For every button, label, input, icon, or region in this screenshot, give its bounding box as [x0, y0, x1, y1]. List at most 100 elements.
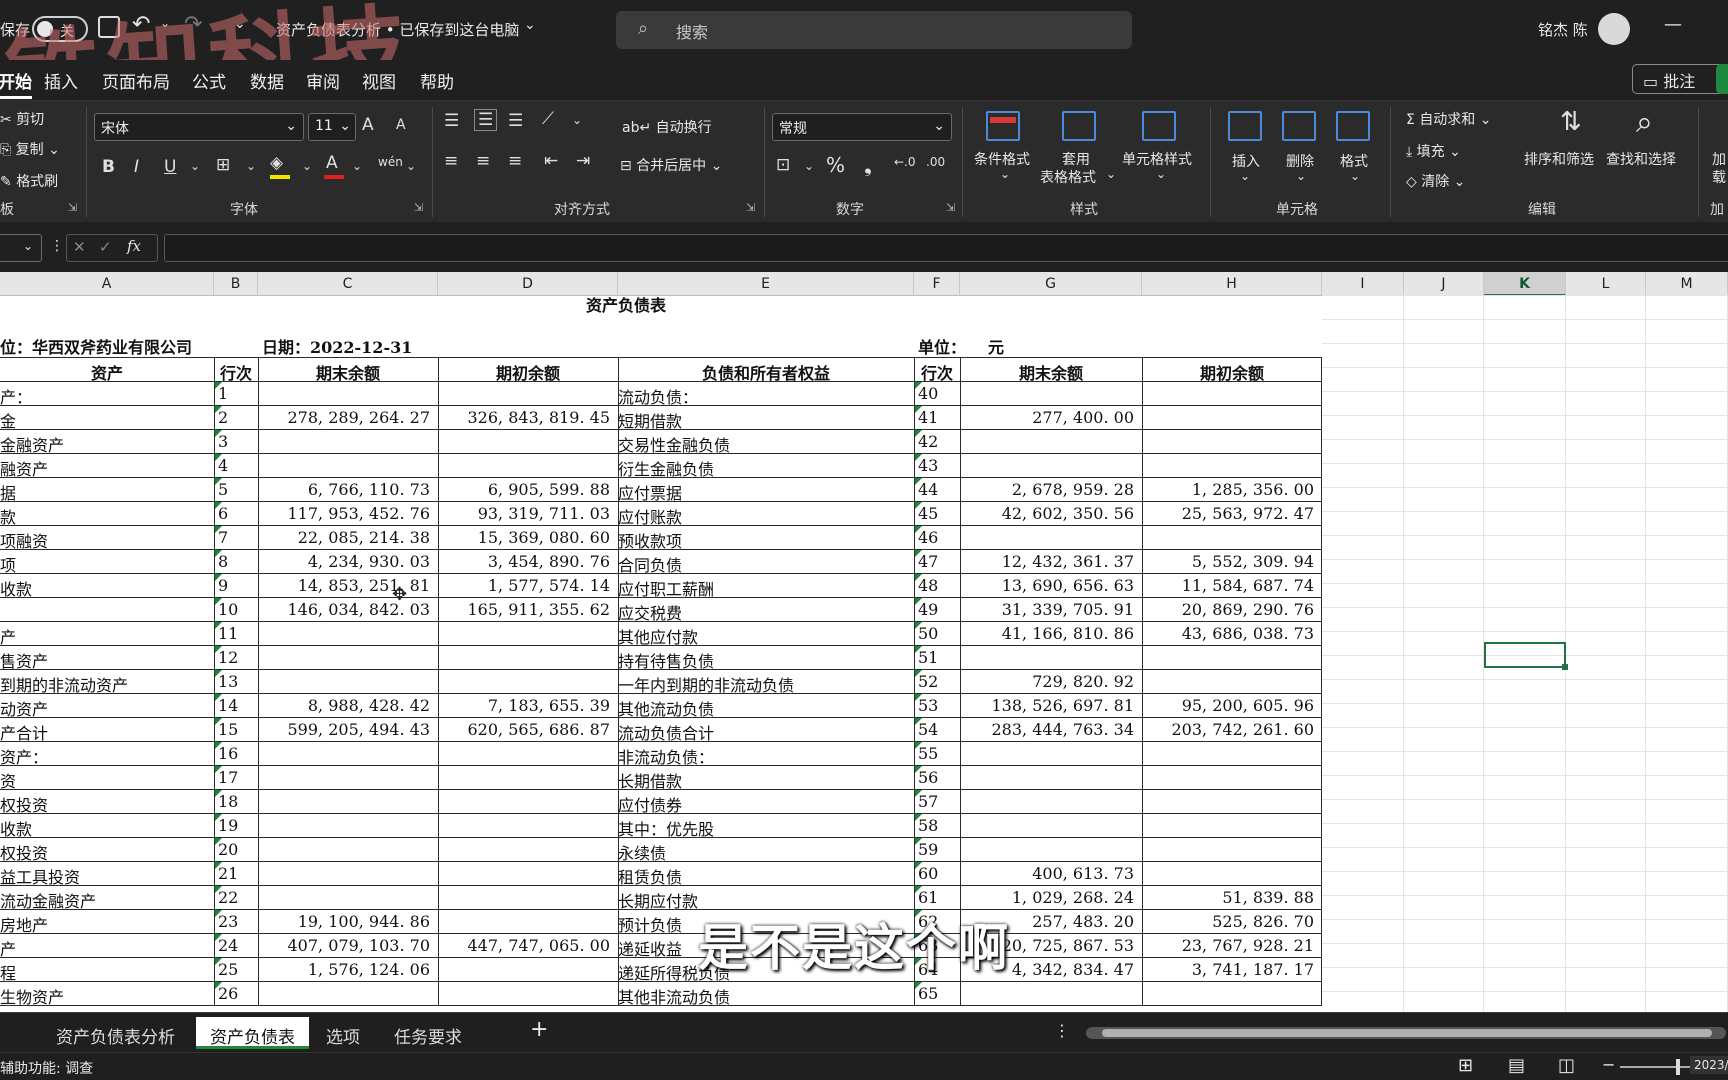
alignment-launcher-icon[interactable]: ⇲ — [746, 201, 755, 214]
table-cell[interactable]: 应付账款 — [618, 502, 914, 526]
table-cell[interactable]: 永续债 — [618, 838, 914, 862]
table-cell[interactable]: 19, 100, 944. 86 — [258, 910, 438, 934]
normal-view-icon[interactable]: ⊞ — [1458, 1055, 1473, 1076]
user-name[interactable]: 铭杰 陈 — [1538, 19, 1588, 40]
table-cell[interactable]: 据 — [0, 478, 214, 502]
table-cell[interactable] — [960, 982, 1142, 1006]
table-cell[interactable]: 31, 339, 705. 91 — [960, 598, 1142, 622]
table-header-cell[interactable]: 期末余额 — [258, 358, 438, 382]
increase-font-icon[interactable]: A — [362, 115, 374, 135]
table-cell[interactable]: 应付职工薪酬 — [618, 574, 914, 598]
table-cell[interactable]: 6, 905, 599. 88 — [438, 478, 618, 502]
confirm-icon[interactable]: ✓ — [99, 238, 112, 256]
column-header-h[interactable]: H — [1142, 272, 1322, 296]
table-cell[interactable]: 预收款项 — [618, 526, 914, 550]
cancel-icon[interactable]: ✕ — [73, 238, 86, 256]
table-cell[interactable] — [1142, 382, 1322, 406]
table-format-label-2[interactable]: 表格格式 — [1040, 167, 1096, 187]
underline-dropdown-icon[interactable]: ⌄ — [190, 159, 200, 173]
table-cell[interactable]: 应付票据 — [618, 478, 914, 502]
table-cell[interactable]: 到期的非流动资产 — [0, 670, 214, 694]
table-cell[interactable] — [0, 598, 214, 622]
table-cell[interactable]: 203, 742, 261. 60 — [1142, 718, 1322, 742]
sheet-tab-options[interactable]: 选项 — [312, 1017, 374, 1049]
table-cell[interactable]: 其中：优先股 — [618, 814, 914, 838]
align-bottom-icon[interactable]: ☰ — [508, 111, 523, 131]
merge-center-button[interactable]: ⊟ 合并后居中 ⌄ — [620, 155, 722, 175]
sort-filter-button[interactable]: 排序和筛选 — [1524, 149, 1594, 169]
table-cell[interactable] — [438, 622, 618, 646]
menu-home[interactable]: 开始 — [0, 68, 32, 99]
table-cell[interactable]: 1, 577, 574. 14 — [438, 574, 618, 598]
table-cell[interactable]: 应交税费 — [618, 598, 914, 622]
fill-button[interactable]: ⤓ 填充 ⌄ — [1406, 141, 1461, 161]
table-cell[interactable]: 其他应付款 — [618, 622, 914, 646]
menu-view[interactable]: 视图 — [362, 68, 396, 93]
table-cell[interactable] — [1142, 406, 1322, 430]
more-icon[interactable]: ⋮ — [50, 238, 64, 254]
table-cell[interactable]: 其他流动负债 — [618, 694, 914, 718]
table-cell[interactable]: 620, 565, 686. 87 — [438, 718, 618, 742]
table-cell[interactable]: 产合计 — [0, 718, 214, 742]
table-cell[interactable]: 278, 289, 264. 27 — [258, 406, 438, 430]
horizontal-scrollbar[interactable] — [1086, 1027, 1726, 1039]
menu-review[interactable]: 审阅 — [306, 68, 340, 93]
copy-button[interactable]: ⎘ 复制 ⌄ — [0, 139, 60, 159]
table-header-cell[interactable]: 期末余额 — [960, 358, 1142, 382]
table-cell[interactable] — [960, 382, 1142, 406]
table-cell[interactable] — [1142, 766, 1322, 790]
delete-cells-button[interactable]: 删除 — [1286, 151, 1314, 171]
table-cell[interactable] — [438, 766, 618, 790]
table-cell[interactable] — [960, 646, 1142, 670]
menu-formulas[interactable]: 公式 — [192, 68, 226, 93]
table-cell[interactable]: 5, 552, 309. 94 — [1142, 550, 1322, 574]
minimize-icon[interactable]: — — [1664, 14, 1682, 35]
table-cell[interactable]: 流动负债： — [618, 382, 914, 406]
addins-label-2[interactable]: 载 — [1712, 167, 1726, 187]
align-middle-icon[interactable]: ☰ — [474, 109, 498, 131]
font-size-select[interactable]: 11 ⌄ — [308, 113, 356, 141]
sheet-tab-balance[interactable]: 资产负债表 — [196, 1017, 309, 1049]
table-cell[interactable] — [1142, 862, 1322, 886]
table-cell[interactable] — [960, 742, 1142, 766]
menu-help[interactable]: 帮助 — [420, 68, 454, 93]
scrollbar-thumb[interactable] — [1102, 1029, 1712, 1037]
table-header-cell[interactable]: 行次 — [214, 358, 258, 382]
find-select-button[interactable]: 查找和选择 — [1606, 149, 1676, 169]
table-cell[interactable]: 43, 686, 038. 73 — [1142, 622, 1322, 646]
table-cell[interactable] — [960, 814, 1142, 838]
table-cell[interactable]: 326, 843, 819. 45 — [438, 406, 618, 430]
table-cell[interactable] — [960, 430, 1142, 454]
table-header-cell[interactable]: 期初余额 — [1142, 358, 1322, 382]
table-cell[interactable] — [960, 526, 1142, 550]
insert-cells-button[interactable]: 插入 — [1232, 151, 1260, 171]
column-header-c[interactable]: C — [258, 272, 438, 296]
table-cell[interactable] — [960, 790, 1142, 814]
table-cell[interactable]: 产 — [0, 622, 214, 646]
table-cell[interactable] — [1142, 454, 1322, 478]
table-cell[interactable]: 1, 029, 268. 24 — [960, 886, 1142, 910]
table-cell[interactable] — [438, 790, 618, 814]
table-cell[interactable]: 3, 454, 890. 76 — [438, 550, 618, 574]
table-cell[interactable]: 资产： — [0, 742, 214, 766]
table-cell[interactable] — [1142, 838, 1322, 862]
font-family-select[interactable]: 宋体 ⌄ — [94, 113, 304, 141]
search-box[interactable]: ⌕ 搜索 — [616, 11, 1132, 49]
conditional-format-button[interactable]: 条件格式 — [974, 149, 1030, 169]
table-cell[interactable] — [438, 982, 618, 1006]
table-cell[interactable]: 款 — [0, 502, 214, 526]
align-top-icon[interactable]: ☰ — [444, 111, 459, 131]
phonetic-dropdown-icon[interactable]: ⌄ — [406, 159, 416, 173]
table-cell[interactable]: 165, 911, 355. 62 — [438, 598, 618, 622]
clipboard-launcher-icon[interactable]: ⇲ — [68, 201, 77, 214]
table-format-label-1[interactable]: 套用 — [1062, 149, 1090, 169]
table-cell[interactable]: 51, 839. 88 — [1142, 886, 1322, 910]
table-cell[interactable]: 7, 183, 655. 39 — [438, 694, 618, 718]
cut-button[interactable]: ✂ 剪切 — [0, 109, 44, 129]
menu-page-layout[interactable]: 页面布局 — [102, 68, 170, 93]
zoom-slider-handle[interactable] — [1676, 1059, 1680, 1075]
selected-cell[interactable] — [1484, 642, 1568, 670]
company-name[interactable]: 位：华西双斧药业有限公司 — [0, 332, 192, 356]
italic-icon[interactable]: I — [134, 157, 139, 177]
table-cell[interactable]: 权投资 — [0, 838, 214, 862]
